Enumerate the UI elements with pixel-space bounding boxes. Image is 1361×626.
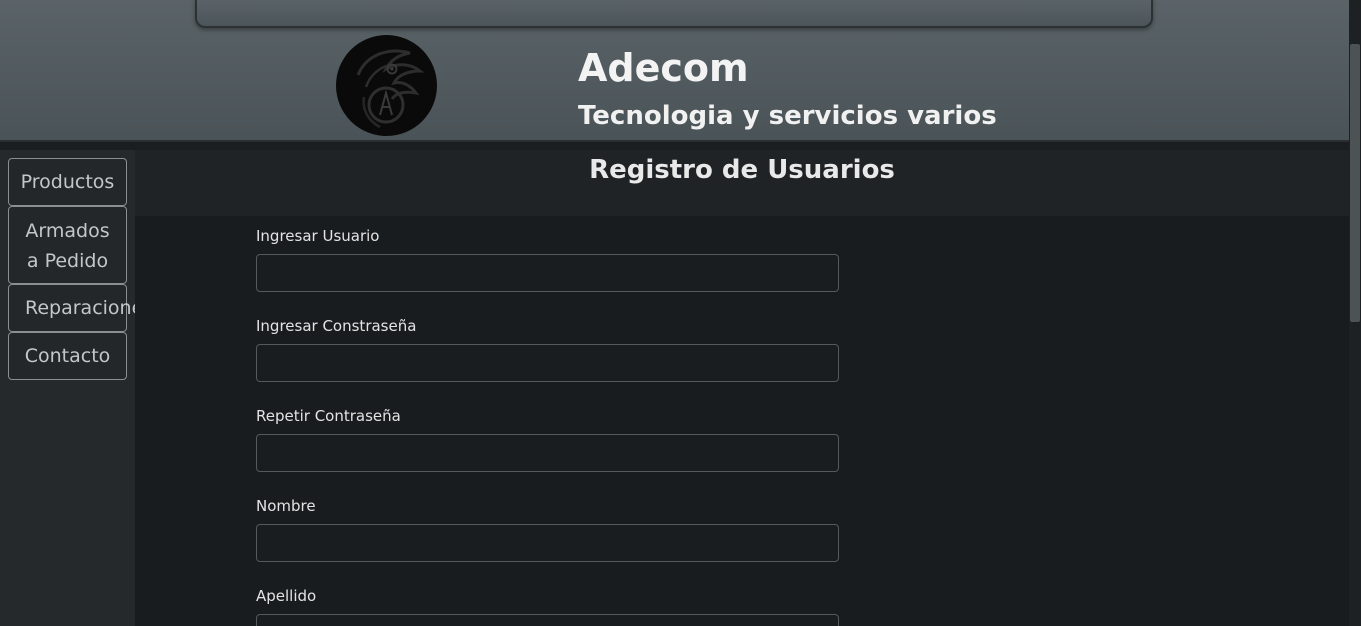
page: Adecom Tecnologia y servicios varios Pro… (0, 0, 1361, 626)
phoenix-logo-icon (336, 35, 437, 136)
site-subtitle: Tecnologia y servicios varios (578, 101, 997, 131)
top-navbar (195, 0, 1153, 28)
scrollbar-thumb[interactable] (1350, 44, 1360, 322)
site-title: Adecom (578, 46, 749, 90)
main-content: Registro de Usuarios Ingresar Usuario In… (135, 150, 1349, 626)
sidebar-item-label: Armados (25, 220, 110, 242)
first-name-input[interactable] (256, 524, 839, 562)
sidebar: Productos Armados a Pedido Reparaciones … (0, 150, 153, 626)
sidebar-item-armados-a-pedido[interactable]: Armados a Pedido (8, 206, 127, 284)
sidebar-item-label: Productos (20, 171, 115, 193)
repeat-password-input[interactable] (256, 434, 839, 472)
sidebar-item-reparaciones[interactable]: Reparaciones (8, 284, 153, 332)
username-input[interactable] (256, 254, 839, 292)
sidebar-item-contacto[interactable]: Contacto (8, 332, 127, 380)
first-name-label: Nombre (256, 497, 316, 515)
vertical-scrollbar[interactable] (1349, 0, 1361, 626)
page-title: Registro de Usuarios (589, 155, 895, 185)
site-header: Adecom Tecnologia y servicios varios (0, 0, 1349, 142)
sidebar-item-label: a Pedido (26, 250, 109, 272)
username-label: Ingresar Usuario (256, 227, 380, 245)
repeat-password-label: Repetir Contraseña (256, 407, 401, 425)
sidebar-item-label: Reparaciones (25, 297, 154, 319)
sidebar-item-label: Contacto (24, 345, 111, 367)
title-band: Registro de Usuarios (135, 150, 1349, 216)
last-name-label: Apellido (256, 587, 317, 605)
password-label: Ingresar Constraseña (256, 317, 417, 335)
password-input[interactable] (256, 344, 839, 382)
sidebar-item-productos[interactable]: Productos (8, 158, 127, 206)
last-name-input[interactable] (256, 614, 839, 626)
